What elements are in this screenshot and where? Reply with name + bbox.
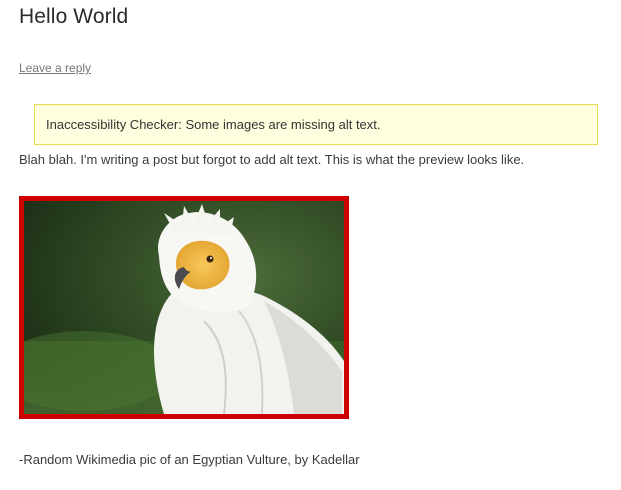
- leave-reply-link[interactable]: Leave a reply: [19, 61, 91, 75]
- vulture-photo: [24, 201, 344, 414]
- post-body-text: Blah blah. I'm writing a post but forgot…: [19, 152, 525, 167]
- notice-text: Inaccessibility Checker: Some images are…: [46, 117, 381, 132]
- post-title: Hello World: [19, 5, 129, 28]
- highlighted-image-missing-alt[interactable]: [19, 196, 349, 419]
- image-caption: -Random Wikimedia pic of an Egyptian Vul…: [19, 452, 360, 467]
- accessibility-notice: Inaccessibility Checker: Some images are…: [34, 104, 598, 145]
